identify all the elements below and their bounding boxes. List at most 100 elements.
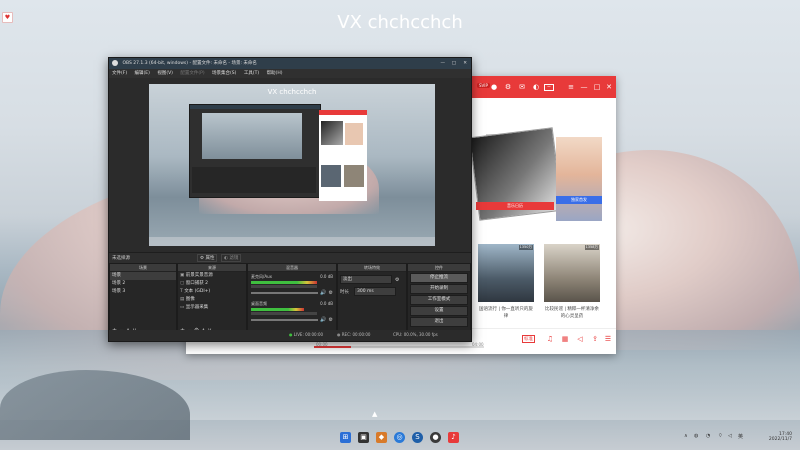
minimize-icon[interactable]: —: [579, 82, 589, 92]
progress-track[interactable]: [314, 346, 484, 348]
obs-window-title: OBS 27.1.3 (64-bit, windows) - 配置文件: 未命名…: [122, 61, 257, 66]
volume-slider[interactable]: [251, 292, 319, 294]
app-icon-4[interactable]: S: [412, 432, 423, 443]
studio-mode-button[interactable]: 工作室模式: [410, 295, 468, 305]
source-label: 显示器采集: [185, 305, 209, 310]
obs-preview-canvas[interactable]: VX chchcchch: [149, 84, 435, 246]
tray-chevron-icon[interactable]: ∧: [684, 433, 688, 439]
gear-icon[interactable]: ⚙: [503, 82, 513, 92]
obs-title-bar: OBS 27.1.3 (64-bit, windows) - 配置文件: 未命名…: [109, 58, 471, 69]
music-icon[interactable]: ♪: [448, 432, 459, 443]
quality-label[interactable]: 标准: [522, 335, 535, 343]
source-item[interactable]: ▤ 图像: [178, 296, 246, 304]
banner-caption-left: 音乐日历: [476, 202, 554, 210]
close-icon[interactable]: ✕: [604, 82, 614, 92]
source-item[interactable]: ▣ 前景实景音源: [178, 272, 246, 280]
playlist-card-1-caption[interactable]: 国语流行 | 你一直听只的旋律: [478, 306, 534, 320]
start-recording-button[interactable]: 开始录制: [410, 284, 468, 294]
tray-app-icon[interactable]: ◍: [694, 433, 698, 439]
taskbar-clock[interactable]: 17:40 2022/11/7: [762, 432, 792, 442]
speaker-icon[interactable]: 🔊: [320, 290, 326, 296]
lyrics-icon[interactable]: ▦: [559, 334, 571, 344]
gear-icon[interactable]: ⚙: [329, 290, 333, 296]
controls-panel: 控件 停止推流 开始录制 工作室模式 设置 退出: [407, 263, 471, 339]
volume-meter: [251, 308, 305, 311]
tray-network-icon[interactable]: ◔: [706, 433, 710, 439]
volume-icon[interactable]: ◁: [574, 334, 586, 344]
play-count-badge: 1350万: [518, 245, 533, 250]
menu-scene-collection[interactable]: 场景集合(S): [212, 71, 236, 76]
obs-menu-bar: 文件(F) 编辑(E) 视图(V) 配置文件(P) 场景集合(S) 工具(T) …: [109, 69, 471, 78]
scene-item[interactable]: 场景 3: [110, 288, 176, 296]
scene-item[interactable]: 场景: [110, 272, 176, 280]
mixer-track-name: 桌面音频: [251, 301, 267, 306]
source-label: 前景实景音源: [185, 273, 213, 278]
volume-slider[interactable]: [251, 319, 319, 321]
preview-taskbar: [149, 237, 435, 246]
duration-label: 时长: [340, 289, 349, 295]
source-item[interactable]: ▢ 窗口捕获 2: [178, 280, 246, 288]
scene-item[interactable]: 场景 2: [110, 280, 176, 288]
tray-ime-icon[interactable]: 英: [738, 433, 743, 440]
mixer-track-name: 麦克风/Aux: [251, 274, 272, 279]
obs-window[interactable]: OBS 27.1.3 (64-bit, windows) - 配置文件: 未命名…: [108, 57, 472, 342]
menu-tools[interactable]: 工具(T): [244, 71, 259, 76]
rec-status: ● REC: 00:00:00: [337, 332, 371, 337]
svip-badge: SVIP: [477, 83, 490, 88]
share-icon[interactable]: ⇪: [589, 334, 601, 344]
filters-button[interactable]: ◐ 滤镜: [221, 254, 242, 262]
app-icon-3[interactable]: ◎: [394, 432, 405, 443]
obs-icon[interactable]: ●: [430, 432, 441, 443]
start-icon[interactable]: ⊞: [340, 432, 351, 443]
mail-icon[interactable]: ✉: [517, 82, 527, 92]
no-source-label: 未选择源: [112, 256, 130, 261]
source-item[interactable]: ▭ 显示器采集: [178, 304, 246, 312]
nested-docks: [192, 167, 316, 193]
nested-preview: [202, 113, 302, 159]
duration-input[interactable]: 300 ms: [354, 287, 396, 296]
app-icon-1[interactable]: ▣: [358, 432, 369, 443]
playlist-card-2[interactable]: 1358万: [544, 244, 600, 302]
settings-button[interactable]: 设置: [410, 306, 468, 316]
scenes-header: 场景: [110, 264, 176, 272]
maximize-icon[interactable]: □: [452, 58, 456, 69]
player-current-time: 00:00: [316, 342, 328, 347]
gear-icon[interactable]: ⚙: [329, 317, 333, 323]
maximize-icon[interactable]: □: [592, 82, 602, 92]
stop-streaming-button[interactable]: 停止推流: [410, 273, 468, 283]
tray-wifi-icon[interactable]: ⌔: [718, 433, 723, 439]
cpu-status: CPU: 00.0%, 30.00 fps: [393, 332, 438, 337]
menu-edit[interactable]: 编辑(E): [135, 71, 150, 76]
minimize-icon[interactable]: —: [441, 58, 446, 69]
source-item[interactable]: T 文本 (GDI+): [178, 288, 246, 296]
exit-button[interactable]: 退出: [410, 317, 468, 327]
menu-icon[interactable]: ≡: [566, 82, 576, 92]
app-icon-2[interactable]: ◆: [376, 432, 387, 443]
transitions-panel: 转场特效 淡出 ⚙ 时长 300 ms: [337, 263, 407, 339]
user-icon[interactable]: ●: [489, 82, 499, 92]
banner-child-photo[interactable]: [556, 137, 602, 221]
preview-nested-obs: [189, 104, 321, 198]
properties-button[interactable]: ⚙ 属性: [197, 254, 218, 262]
menu-file[interactable]: 文件(F): [112, 71, 127, 76]
effects-icon[interactable]: ♫: [544, 334, 556, 344]
close-icon[interactable]: ✕: [463, 58, 467, 69]
menu-profile[interactable]: 配置文件(P): [180, 71, 204, 76]
gear-icon[interactable]: ⚙: [395, 277, 399, 283]
transition-select[interactable]: 淡出: [340, 275, 392, 284]
mixer-track-db: 0.0 dB: [320, 274, 333, 279]
menu-help[interactable]: 帮助(H): [267, 71, 283, 76]
transitions-header: 转场特效: [338, 264, 406, 272]
clock-date: 2022/11/7: [768, 437, 792, 442]
speaker-icon[interactable]: 🔊: [320, 317, 326, 323]
banner-caption-right: 独家首发: [556, 196, 602, 204]
skin-icon[interactable]: ◐: [531, 82, 541, 92]
mini-icon[interactable]: −: [544, 84, 554, 91]
playlist-card-1[interactable]: 1350万: [478, 244, 534, 302]
playlist-card-2-caption[interactable]: 比较民谣 | 精粹一杯清净余的心灵呈药: [544, 306, 600, 320]
playlist-icon[interactable]: ☰: [602, 334, 614, 344]
mouse-cursor: ▲: [372, 410, 378, 418]
menu-view[interactable]: 视图(V): [157, 71, 173, 76]
obs-logo-icon: [112, 59, 118, 66]
tray-volume-icon[interactable]: ◁: [728, 433, 732, 439]
